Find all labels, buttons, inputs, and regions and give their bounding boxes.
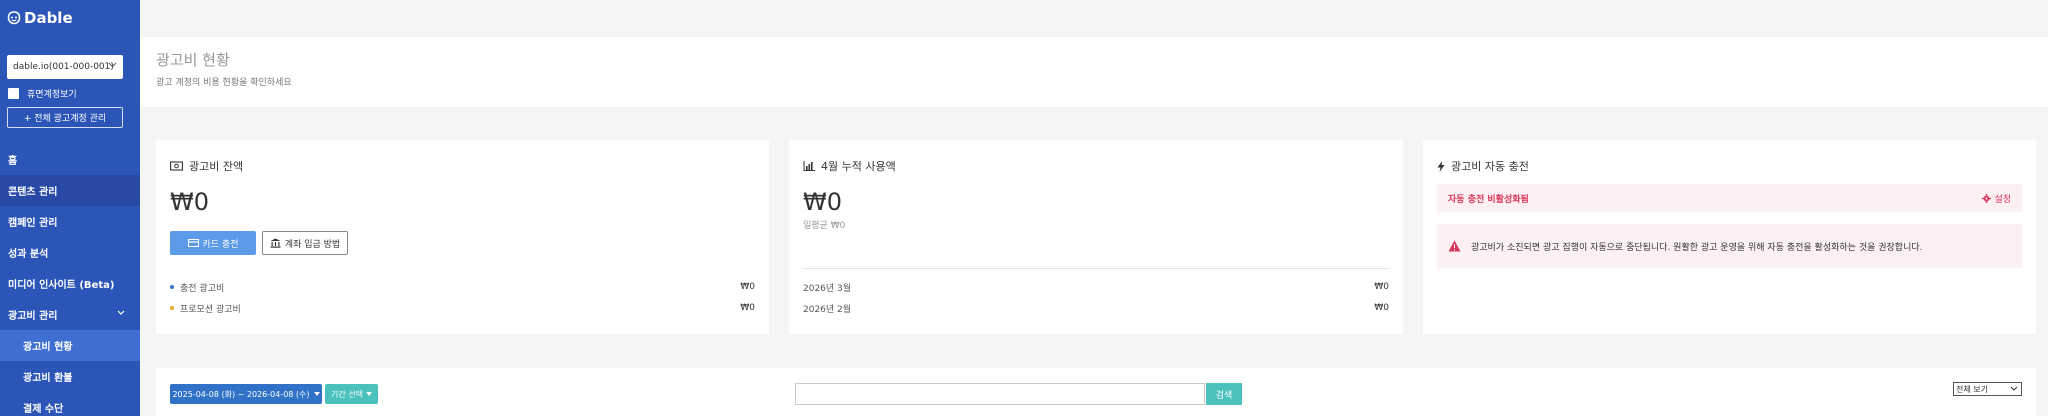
bank-deposit-label: 계좌 입금 방법 — [284, 239, 341, 250]
lightning-icon — [1437, 160, 1445, 172]
chevron-down-icon — [108, 62, 117, 68]
auto-charge-card-title: 광고비 자동 충전 — [1437, 158, 1529, 174]
bar-chart-icon — [803, 161, 815, 171]
sidebar-item-media-insight[interactable]: 미디어 인사이트 (Beta) — [0, 268, 140, 299]
bank-deposit-button[interactable]: 계좌 입금 방법 — [262, 231, 348, 255]
chevron-down-icon — [2010, 386, 2018, 391]
page-header: 광고비 현황 광고 계정의 비용 현황을 확인하세요 — [140, 37, 2048, 107]
sidebar-item-label: 광고비 현황 — [23, 342, 73, 353]
search-button[interactable]: 검색 — [1206, 383, 1242, 405]
date-range-label: 2025-04-08 (화) ~ 2026-04-08 (수) — [172, 389, 310, 399]
bank-icon — [270, 238, 281, 248]
row-label: 프로모션 광고비 — [180, 304, 241, 315]
row-value: ₩0 — [740, 282, 755, 292]
period-select-label: 기간 선택 — [331, 389, 363, 399]
sidebar-item-ad-cost[interactable]: 광고비 관리 — [0, 299, 140, 330]
row-label: 2026년 3월 — [803, 283, 852, 294]
dormant-account-toggle[interactable]: 휴면계정보기 — [8, 87, 77, 100]
manage-all-accounts-button[interactable]: + 전체 광고계정 관리 — [7, 107, 123, 128]
sidebar-subitem-payment-method[interactable]: 결제 수단 — [0, 392, 140, 416]
promotion-dot — [170, 306, 174, 310]
charged-dot — [170, 285, 174, 289]
warning-text: 광고비가 소진되면 광고 집행이 자동으로 중단됩니다. 원활한 광고 운영을 … — [1471, 242, 1923, 253]
dormant-checkbox[interactable] — [8, 88, 19, 99]
gear-icon — [1982, 193, 1992, 203]
search-input[interactable] — [795, 383, 1205, 405]
money-icon — [170, 161, 183, 171]
sidebar-item-label: 광고비 관리 — [8, 311, 58, 322]
sidebar-item-label: 미디어 인사이트 (Beta) — [8, 280, 115, 291]
usage-history-row: 2026년 3월 ₩0 — [803, 280, 1389, 294]
sidebar-item-label: 캠페인 관리 — [8, 218, 58, 229]
sidebar-item-home[interactable]: 홈 — [0, 144, 140, 175]
divider — [803, 268, 1389, 269]
row-value: ₩0 — [1374, 303, 1389, 313]
charged-ad-cost-row: 충전 광고비 ₩0 — [170, 280, 755, 294]
filter-bar: 2025-04-08 (화) ~ 2026-04-08 (수) 기간 선택 검색… — [156, 368, 2036, 416]
usage-history-row: 2026년 2월 ₩0 — [803, 301, 1389, 315]
row-value: ₩0 — [740, 303, 755, 313]
date-range-button[interactable]: 2025-04-08 (화) ~ 2026-04-08 (수) — [170, 384, 322, 404]
card-charge-label: 카드 충전 — [202, 239, 239, 250]
sidebar-item-content[interactable]: 콘텐츠 관리 — [0, 175, 140, 206]
balance-amount: ₩0 — [170, 188, 209, 216]
credit-card-icon — [187, 239, 199, 247]
sidebar-item-label: 콘텐츠 관리 — [8, 187, 58, 198]
logo-text: Dable — [24, 9, 73, 27]
caret-down-icon — [365, 392, 372, 396]
auto-charge-status: 자동 충전 비활성화됨 — [1448, 194, 1529, 205]
auto-charge-status-banner: 자동 충전 비활성화됨 설정 — [1437, 184, 2022, 212]
caret-down-icon — [313, 392, 320, 396]
period-select-button[interactable]: 기간 선택 — [325, 384, 378, 404]
row-label: 2026년 2월 — [803, 304, 852, 315]
sidebar-subitem-ad-cost-refund[interactable]: 광고비 환불 — [0, 361, 140, 392]
usage-card-title-text: 4월 누적 사용액 — [821, 160, 896, 173]
monthly-usage-card: 4월 누적 사용액 ₩0 일평균 ₩0 2026년 3월 ₩0 2026년 2월… — [789, 140, 1403, 334]
view-select[interactable]: 전체 보기 — [1953, 382, 2022, 396]
sidebar-item-label: 성과 분석 — [8, 249, 49, 260]
dable-logo[interactable]: Dable — [7, 8, 73, 28]
usage-card-title: 4월 누적 사용액 — [803, 158, 896, 174]
balance-card: 광고비 잔액 ₩0 카드 충전 계좌 입금 방법 충전 광고비 ₩0 프로모션 … — [156, 140, 769, 334]
warning-icon — [1448, 240, 1461, 252]
sidebar-item-label: 결제 수단 — [23, 404, 64, 415]
sidebar-subitem-ad-cost-status[interactable]: 광고비 현황 — [0, 330, 140, 361]
manage-all-label: + 전체 광고계정 관리 — [23, 114, 107, 124]
page-title: 광고비 현황 — [156, 51, 230, 69]
sidebar-item-performance[interactable]: 성과 분석 — [0, 237, 140, 268]
account-selector[interactable]: dable.io(001-000-001) — [7, 55, 123, 79]
balance-card-title-text: 광고비 잔액 — [189, 160, 244, 173]
page-subtitle: 광고 계정의 비용 현황을 확인하세요 — [156, 78, 292, 88]
promotion-ad-cost-row: 프로모션 광고비 ₩0 — [170, 301, 755, 315]
main-content: 광고비 현황 광고 계정의 비용 현황을 확인하세요 광고비 잔액 ₩0 카드 … — [140, 0, 2048, 416]
sidebar-item-label: 홈 — [8, 156, 18, 167]
settings-label: 설정 — [1994, 194, 2011, 205]
search-button-label: 검색 — [1215, 390, 1233, 401]
sidebar-nav: 홈 콘텐츠 관리 캠페인 관리 성과 분석 미디어 인사이트 (Beta) 광고… — [0, 144, 140, 416]
row-label: 충전 광고비 — [180, 283, 225, 294]
chevron-down-icon — [117, 310, 125, 315]
dormant-label: 휴면계정보기 — [27, 90, 77, 100]
card-charge-button[interactable]: 카드 충전 — [170, 231, 256, 255]
balance-card-title: 광고비 잔액 — [170, 158, 243, 174]
auto-charge-warning: 광고비가 소진되면 광고 집행이 자동으로 중단됩니다. 원활한 광고 운영을 … — [1437, 224, 2022, 268]
sidebar-item-campaign[interactable]: 캠페인 관리 — [0, 206, 140, 237]
daily-average: 일평균 ₩0 — [803, 221, 846, 231]
auto-charge-title-text: 광고비 자동 충전 — [1451, 160, 1529, 173]
row-value: ₩0 — [1374, 282, 1389, 292]
sidebar-item-label: 광고비 환불 — [23, 373, 73, 384]
sidebar: Dable dable.io(001-000-001) 휴면계정보기 + 전체 … — [0, 0, 140, 416]
auto-charge-card: 광고비 자동 충전 자동 충전 비활성화됨 설정 광고비가 소진되면 광고 집행… — [1423, 140, 2036, 334]
dable-logo-icon — [7, 11, 21, 25]
view-select-value: 전체 보기 — [1956, 384, 1988, 394]
account-selector-value: dable.io(001-000-001) — [13, 62, 114, 72]
auto-charge-settings-link[interactable]: 설정 — [1982, 192, 2011, 205]
usage-amount: ₩0 — [803, 188, 842, 216]
